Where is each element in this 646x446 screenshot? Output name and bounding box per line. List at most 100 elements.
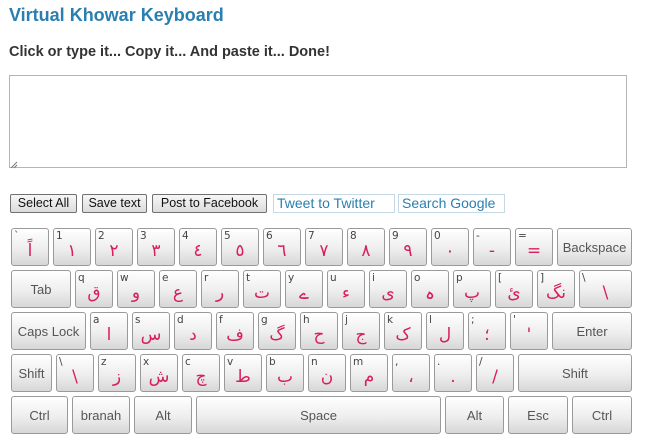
key-primary-label: ؛ (484, 325, 490, 345)
key-primary-label: ٧ (319, 241, 329, 261)
key-semicolon[interactable]: ; ؛ (468, 312, 506, 350)
key-primary-label: و (131, 283, 141, 303)
key-label: Backspace (562, 240, 627, 255)
key-alt-right[interactable]: Alt (445, 396, 504, 434)
key-esc[interactable]: Esc (508, 396, 568, 434)
key-x[interactable]: xش (140, 354, 178, 392)
key-primary-label: ٥ (235, 241, 245, 261)
key-comma[interactable]: , ، (392, 354, 430, 392)
resize-grip-icon[interactable] (10, 161, 18, 169)
key-c[interactable]: cچ (182, 354, 220, 392)
search-google-link[interactable]: Search Google (398, 194, 505, 213)
key-label: Ctrl (29, 408, 50, 423)
key-r[interactable]: rر (201, 270, 239, 308)
key-primary-label: ' (526, 325, 532, 345)
key-m[interactable]: mم (350, 354, 388, 392)
key-alt-left[interactable]: Alt (134, 396, 192, 434)
key-slash[interactable]: / / (476, 354, 514, 392)
key-b[interactable]: bب (266, 354, 304, 392)
key-quote[interactable]: ' ' (510, 312, 548, 350)
key-primary-label: ط (235, 367, 251, 387)
key-primary-label: ٠ (445, 241, 455, 261)
key-l[interactable]: lل (426, 312, 464, 350)
save-text-button[interactable]: Save text (82, 194, 147, 213)
key-primary-label: ١ (67, 241, 77, 261)
key-label: branah (80, 408, 122, 423)
key-branah[interactable]: branah (72, 396, 130, 434)
key-1[interactable]: 1١ (53, 228, 91, 266)
key-g[interactable]: gگ (258, 312, 296, 350)
key-primary-label: . (450, 367, 456, 387)
key-6[interactable]: 6٦ (263, 228, 301, 266)
key-primary-label: ر (215, 283, 225, 303)
key-space[interactable]: Space (196, 396, 441, 434)
key-label: Tab (30, 282, 52, 297)
key-label: Alt (155, 408, 171, 423)
key-k[interactable]: kک (384, 312, 422, 350)
key-o[interactable]: oہ (411, 270, 449, 308)
key-0[interactable]: 0٠ (431, 228, 469, 266)
key-primary-label: نگ (546, 283, 566, 303)
key-s[interactable]: sس (132, 312, 170, 350)
key-d[interactable]: dد (174, 312, 212, 350)
key-period[interactable]: .. (434, 354, 472, 392)
key-8[interactable]: 8٨ (347, 228, 385, 266)
select-all-button[interactable]: Select All (10, 194, 77, 213)
key-5[interactable]: 5٥ (221, 228, 259, 266)
key-w[interactable]: wو (117, 270, 155, 308)
key-ctrl-left[interactable]: Ctrl (11, 396, 68, 434)
key-shift-right[interactable]: Shift (518, 354, 632, 392)
key-f[interactable]: fف (216, 312, 254, 350)
key-9[interactable]: 9٩ (389, 228, 427, 266)
key-j[interactable]: jج (342, 312, 380, 350)
key-ctrl-right[interactable]: Ctrl (572, 396, 632, 434)
key-primary-label: ع (172, 283, 184, 303)
key-primary-label: ٣ (151, 241, 161, 261)
key-primary-label: ی (381, 283, 395, 303)
key-primary-label: ا (106, 325, 112, 345)
text-editor[interactable] (9, 75, 627, 168)
key-n[interactable]: nن (308, 354, 346, 392)
key-primary-label: ن (320, 367, 334, 387)
key-a[interactable]: aا (90, 312, 128, 350)
key-shift-left[interactable]: Shift (11, 354, 52, 392)
key-q[interactable]: qق (75, 270, 113, 308)
key-left-bracket[interactable]: [ئ (495, 270, 533, 308)
key-equals[interactable]: = = (515, 228, 553, 266)
key-backslash[interactable]: \ \ (579, 270, 632, 308)
key-primary-label: ہ (425, 284, 435, 304)
key-y[interactable]: yے (285, 270, 323, 308)
key-primary-label: ے (299, 284, 309, 304)
key-4[interactable]: 4٤ (179, 228, 217, 266)
key-tab[interactable]: Tab (11, 270, 71, 308)
key-capslock[interactable]: Caps Lock (11, 312, 86, 350)
key-label: Shift (18, 366, 45, 381)
key-e[interactable]: eع (159, 270, 197, 308)
key-z[interactable]: zز (98, 354, 136, 392)
key-2[interactable]: 2٢ (95, 228, 133, 266)
tweet-twitter-link[interactable]: Tweet to Twitter (273, 194, 395, 213)
key-v[interactable]: vط (224, 354, 262, 392)
key-primary-label: \ (72, 367, 78, 387)
key-minus[interactable]: -- (473, 228, 511, 266)
key-primary-label: ق (87, 283, 101, 303)
key-label: Esc (527, 408, 549, 423)
key-primary-label: م (363, 367, 375, 387)
key-7[interactable]: 7٧ (305, 228, 343, 266)
key-p[interactable]: pپ (453, 270, 491, 308)
page-subtitle: Click or type it... Copy it... And paste… (9, 44, 330, 60)
key-right-bracket[interactable]: ] نگ (537, 270, 575, 308)
key-t[interactable]: tت (243, 270, 281, 308)
key-enter[interactable]: Enter (552, 312, 632, 350)
key-label: Caps Lock (17, 324, 80, 339)
key-i[interactable]: iی (369, 270, 407, 308)
key-backtick[interactable]: ` اً (11, 228, 49, 266)
key-primary-label: / (492, 367, 498, 387)
key-h[interactable]: hح (300, 312, 338, 350)
post-facebook-button[interactable]: Post to Facebook (152, 194, 267, 213)
key-primary-label: ل (438, 325, 452, 345)
key-u[interactable]: uء (327, 270, 365, 308)
key-backspace[interactable]: Backspace (557, 228, 632, 266)
key-backslash-left[interactable]: \ \ (56, 354, 94, 392)
key-3[interactable]: 3٣ (137, 228, 175, 266)
